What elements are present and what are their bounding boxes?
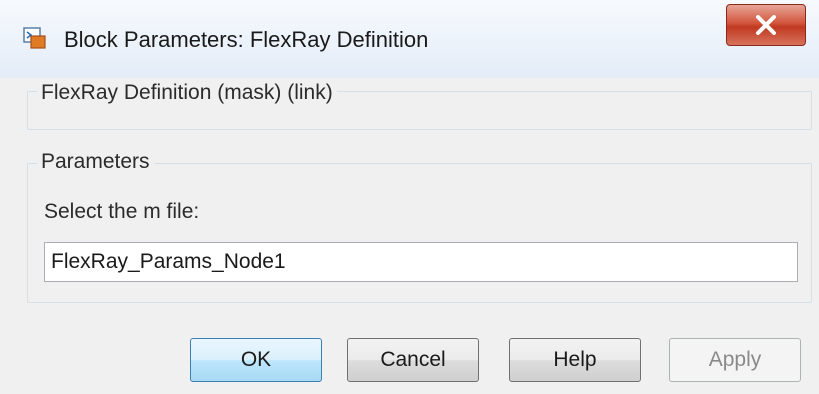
m-file-label: Select the m file: (44, 200, 200, 223)
block-parameters-dialog: Block Parameters: FlexRay Definition Fle… (0, 0, 819, 394)
parameters-group (27, 163, 812, 303)
close-icon (756, 15, 776, 35)
dialog-content: FlexRay Definition (mask) (link) Paramet… (0, 78, 819, 394)
window-title: Block Parameters: FlexRay Definition (64, 27, 429, 52)
title-bar[interactable]: Block Parameters: FlexRay Definition (0, 0, 819, 78)
close-button[interactable] (726, 4, 806, 46)
cancel-button[interactable]: Cancel (347, 338, 479, 382)
ok-button[interactable]: OK (190, 338, 322, 382)
m-file-input[interactable] (44, 242, 798, 282)
help-button[interactable]: Help (509, 338, 641, 382)
simulink-block-icon (23, 26, 47, 50)
apply-button[interactable]: Apply (669, 338, 801, 382)
mask-title: FlexRay Definition (mask) (link) (37, 80, 337, 106)
parameters-group-label: Parameters (37, 149, 154, 175)
